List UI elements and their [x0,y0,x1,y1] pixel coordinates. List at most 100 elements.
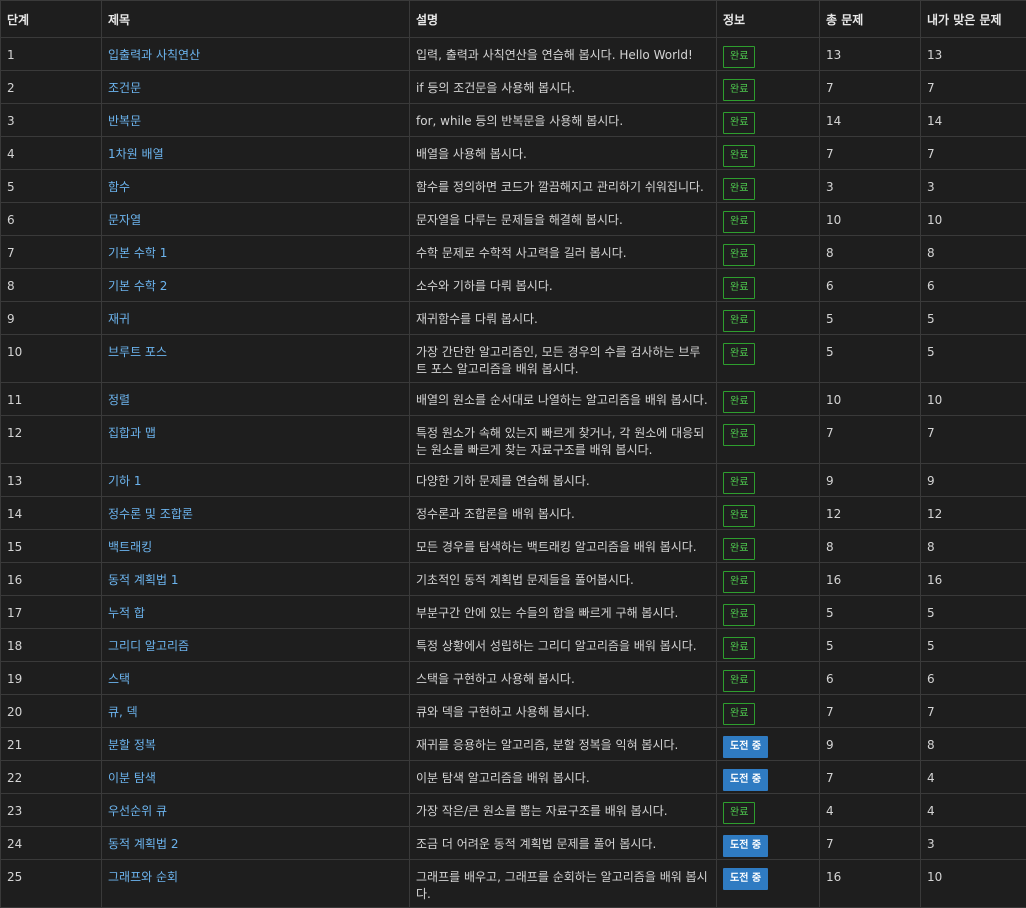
step-description: 기초적인 동적 계획법 문제들을 풀어봅시다. [410,563,717,596]
step-description: 부분구간 안에 있는 수들의 합을 빠르게 구해 봅시다. [410,596,717,629]
solved-problems: 5 [921,302,1026,335]
status-badge: 완료 [723,505,755,527]
step-description: 이분 탐색 알고리즘을 배워 봅시다. [410,761,717,794]
solved-problems: 7 [921,695,1026,728]
total-problems: 3 [820,170,921,203]
title-cell: 기하 1 [102,464,410,497]
step-title-link[interactable]: 정렬 [108,393,130,407]
solved-problems: 12 [921,497,1026,530]
step-number: 24 [1,827,102,860]
status-badge: 완료 [723,703,755,725]
title-cell: 동적 계획법 2 [102,827,410,860]
step-title-link[interactable]: 문자열 [108,213,141,227]
step-title-link[interactable]: 큐, 덱 [108,705,138,719]
step-title-link[interactable]: 함수 [108,180,130,194]
step-description: 스택을 구현하고 사용해 봅시다. [410,662,717,695]
step-description: 특정 상황에서 성립하는 그리디 알고리즘을 배워 봅시다. [410,629,717,662]
table-header-row: 단계 제목 설명 정보 총 문제 내가 맞은 문제 [1,1,1026,38]
status-badge: 도전 중 [723,868,768,890]
step-number: 17 [1,596,102,629]
table-row: 15백트래킹모든 경우를 탐색하는 백트래킹 알고리즘을 배워 봅시다.완료88 [1,530,1026,563]
step-title-link[interactable]: 그래프와 순회 [108,870,178,884]
table-row: 2조건문if 등의 조건문을 사용해 봅시다.완료77 [1,71,1026,104]
solved-problems: 4 [921,761,1026,794]
step-number: 12 [1,416,102,464]
step-description: 그래프를 배우고, 그래프를 순회하는 알고리즘을 배워 봅시다. [410,860,717,908]
solved-problems: 8 [921,530,1026,563]
info-cell: 도전 중 [717,728,820,761]
step-title-link[interactable]: 입출력과 사칙연산 [108,48,200,62]
table-row: 20큐, 덱큐와 덱을 구현하고 사용해 봅시다.완료77 [1,695,1026,728]
step-number: 14 [1,497,102,530]
step-title-link[interactable]: 기본 수학 2 [108,279,167,293]
step-description: 입력, 출력과 사칙연산을 연습해 봅시다. Hello World! [410,38,717,71]
total-problems: 7 [820,71,921,104]
step-description: 모든 경우를 탐색하는 백트래킹 알고리즘을 배워 봅시다. [410,530,717,563]
step-title-link[interactable]: 조건문 [108,81,141,95]
step-title-link[interactable]: 반복문 [108,114,141,128]
total-problems: 9 [820,728,921,761]
total-problems: 4 [820,794,921,827]
total-problems: 5 [820,302,921,335]
step-number: 19 [1,662,102,695]
table-row: 6문자열문자열을 다루는 문제들을 해결해 봅시다.완료1010 [1,203,1026,236]
status-badge: 완료 [723,571,755,593]
info-cell: 완료 [717,794,820,827]
info-cell: 완료 [717,137,820,170]
step-number: 25 [1,860,102,908]
step-title-link[interactable]: 이분 탐색 [108,771,156,785]
info-cell: 완료 [717,416,820,464]
solved-problems: 4 [921,794,1026,827]
step-title-link[interactable]: 기하 1 [108,474,142,488]
table-row: 16동적 계획법 1기초적인 동적 계획법 문제들을 풀어봅시다.완료1616 [1,563,1026,596]
step-description: 배열의 원소를 순서대로 나열하는 알고리즘을 배워 봅시다. [410,383,717,416]
solved-problems: 14 [921,104,1026,137]
table-row: 23우선순위 큐가장 작은/큰 원소를 뽑는 자료구조를 배워 봅시다.완료44 [1,794,1026,827]
total-problems: 8 [820,530,921,563]
solved-problems: 6 [921,662,1026,695]
table-row: 1입출력과 사칙연산입력, 출력과 사칙연산을 연습해 봅시다. Hello W… [1,38,1026,71]
header-total: 총 문제 [820,1,921,38]
table-row: 12집합과 맵특정 원소가 속해 있는지 빠르게 찾거나, 각 원소에 대응되는… [1,416,1026,464]
step-title-link[interactable]: 1차원 배열 [108,147,164,161]
info-cell: 완료 [717,530,820,563]
header-title: 제목 [102,1,410,38]
total-problems: 7 [820,761,921,794]
step-title-link[interactable]: 재귀 [108,312,130,326]
info-cell: 완료 [717,104,820,137]
info-cell: 완료 [717,695,820,728]
status-badge: 도전 중 [723,769,768,791]
info-cell: 완료 [717,170,820,203]
step-title-link[interactable]: 백트래킹 [108,540,152,554]
total-problems: 6 [820,269,921,302]
step-title-link[interactable]: 기본 수학 1 [108,246,167,260]
solved-problems: 5 [921,335,1026,383]
step-title-link[interactable]: 정수론 및 조합론 [108,507,193,521]
step-title-link[interactable]: 집합과 맵 [108,426,156,440]
step-title-link[interactable]: 동적 계획법 1 [108,573,178,587]
total-problems: 12 [820,497,921,530]
step-number: 2 [1,71,102,104]
step-title-link[interactable]: 누적 합 [108,606,145,620]
step-title-link[interactable]: 스택 [108,672,130,686]
step-number: 10 [1,335,102,383]
info-cell: 완료 [717,629,820,662]
solved-problems: 8 [921,728,1026,761]
step-title-link[interactable]: 동적 계획법 2 [108,837,178,851]
step-description: 가장 작은/큰 원소를 뽑는 자료구조를 배워 봅시다. [410,794,717,827]
title-cell: 스택 [102,662,410,695]
step-title-link[interactable]: 브루트 포스 [108,345,167,359]
total-problems: 10 [820,383,921,416]
total-problems: 14 [820,104,921,137]
step-description: 큐와 덱을 구현하고 사용해 봅시다. [410,695,717,728]
step-number: 5 [1,170,102,203]
step-number: 9 [1,302,102,335]
status-badge: 완료 [723,391,755,413]
info-cell: 도전 중 [717,860,820,908]
info-cell: 완료 [717,383,820,416]
table-row: 17누적 합부분구간 안에 있는 수들의 합을 빠르게 구해 봅시다.완료55 [1,596,1026,629]
step-title-link[interactable]: 그리디 알고리즘 [108,639,189,653]
table-row: 21분할 정복재귀를 응용하는 알고리즘, 분할 정복을 익혀 봅시다.도전 중… [1,728,1026,761]
step-title-link[interactable]: 분할 정복 [108,738,156,752]
step-title-link[interactable]: 우선순위 큐 [108,804,167,818]
